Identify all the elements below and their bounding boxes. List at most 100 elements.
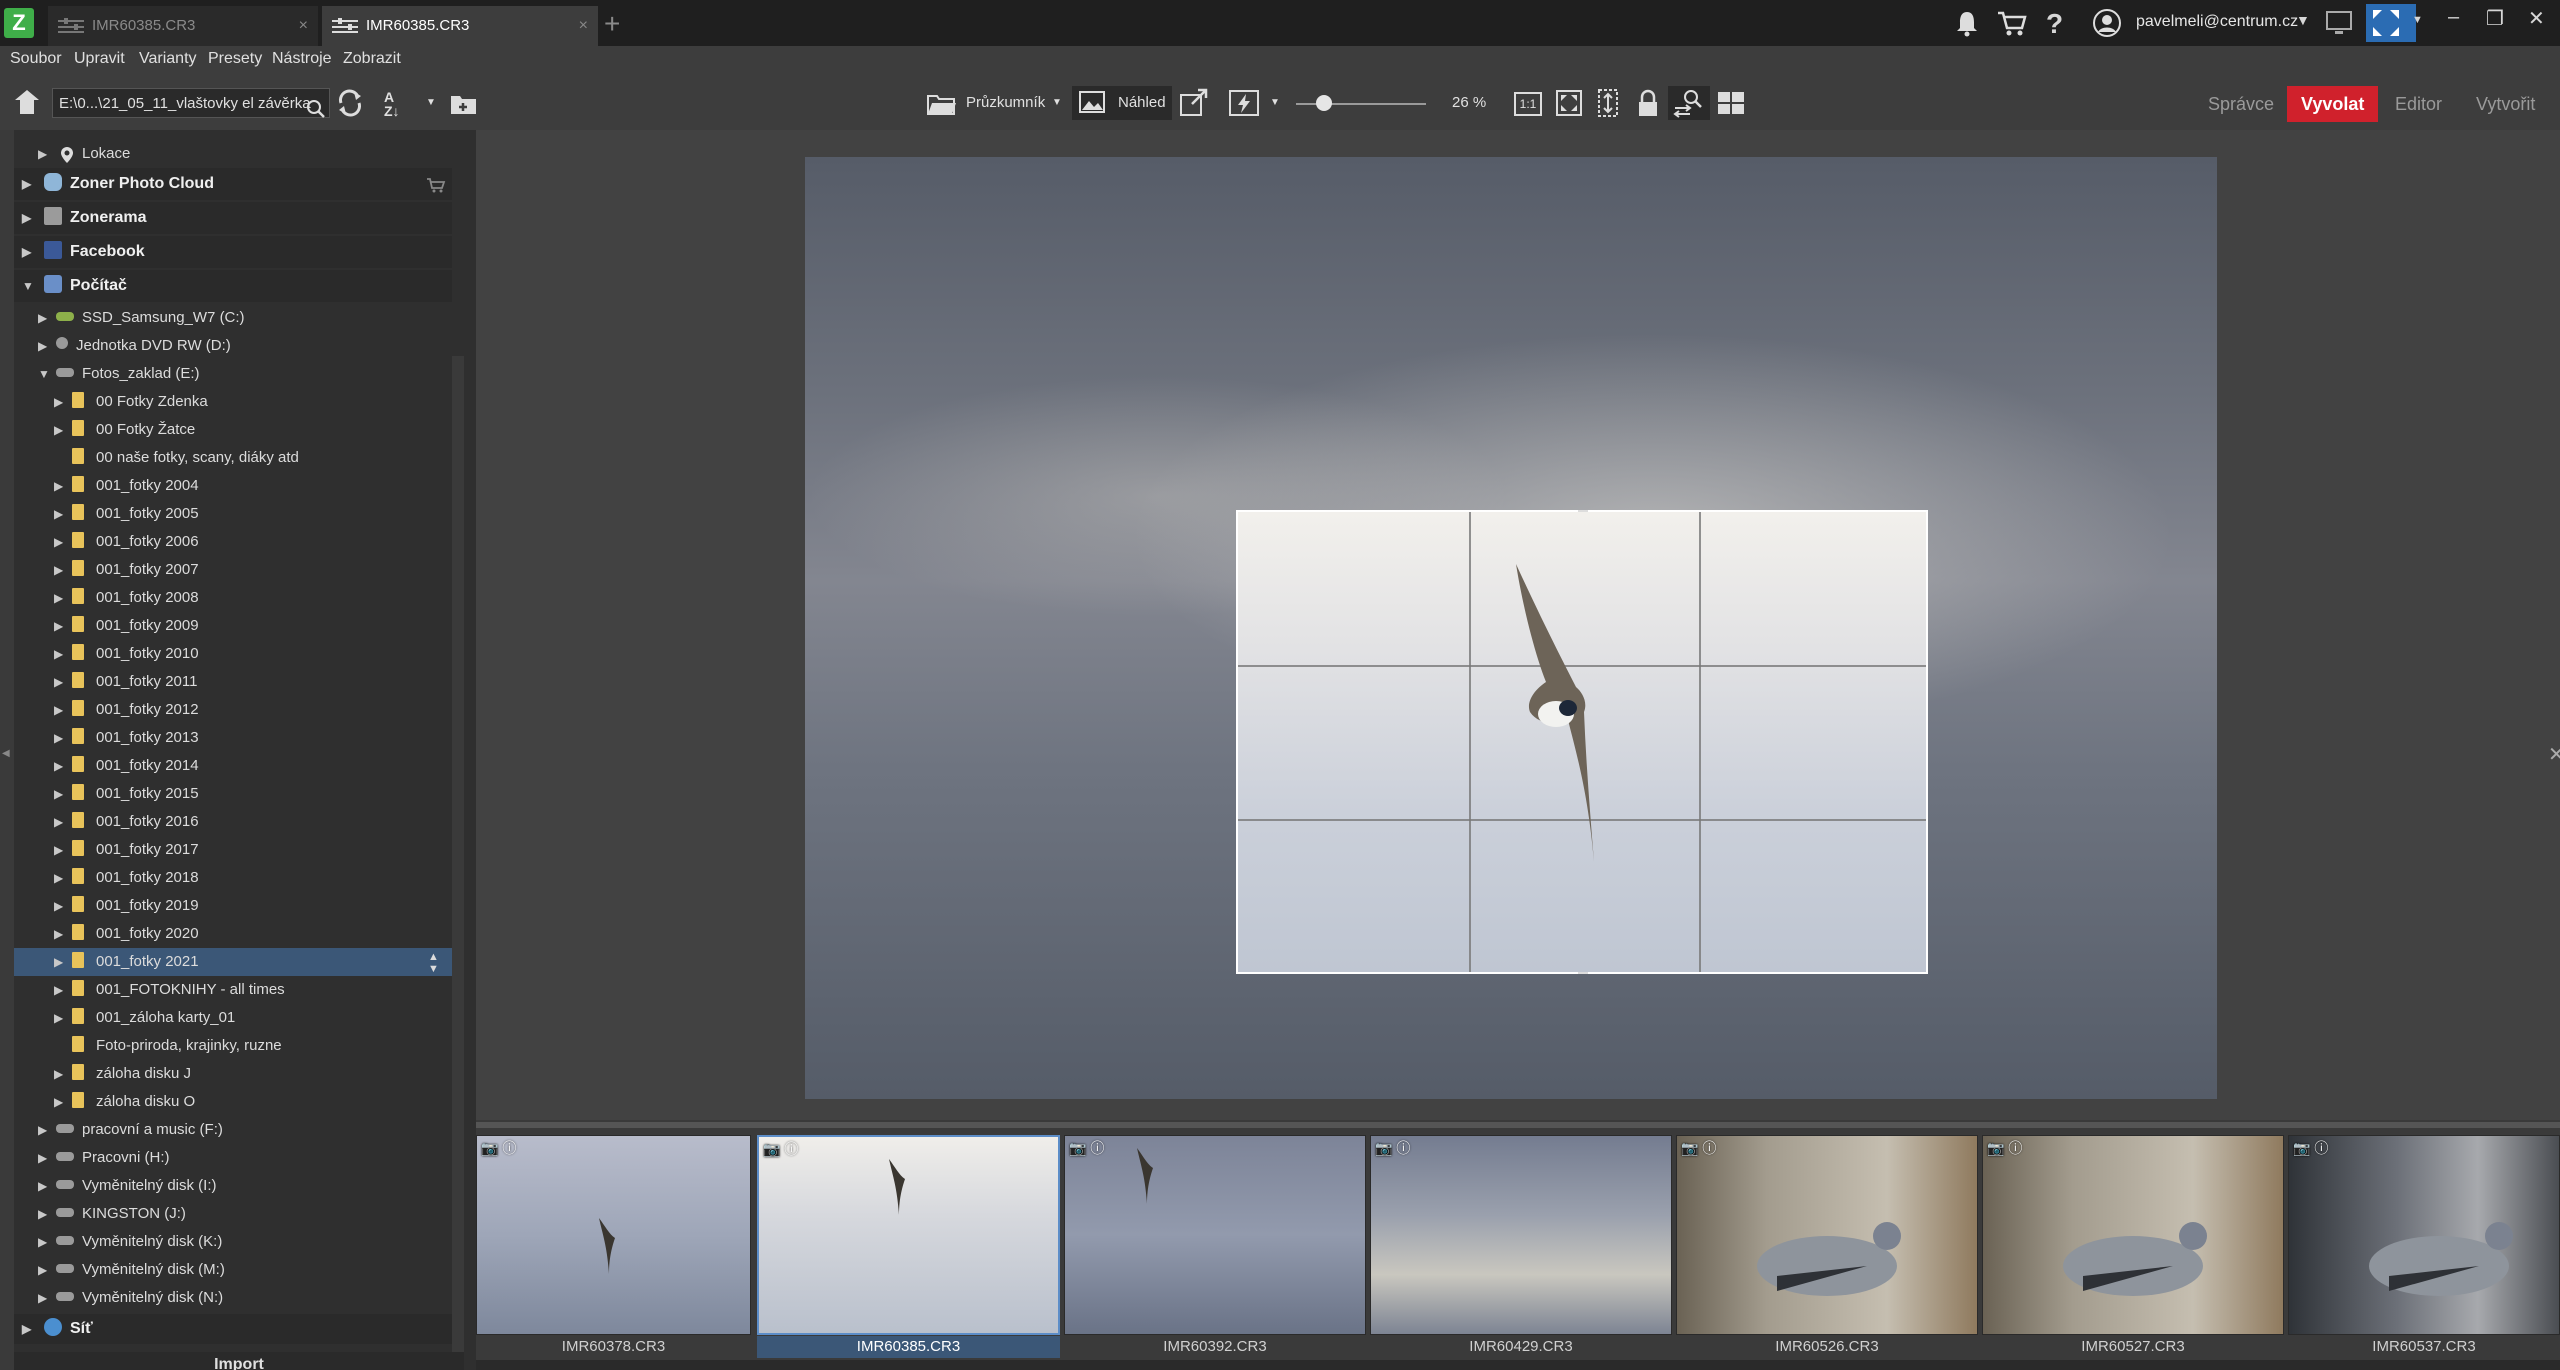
fullscreen-button[interactable] — [2366, 4, 2416, 42]
expand-arrow-icon[interactable]: ▶ — [54, 388, 66, 416]
thumbnail[interactable]: 📷 ⓘ — [476, 1135, 751, 1335]
expand-arrow-icon[interactable]: ▶ — [38, 1284, 50, 1312]
tab-active[interactable]: IMR60385.CR3 × — [322, 6, 598, 46]
zoom-slider-handle[interactable] — [1316, 95, 1332, 111]
thumbnail-filename[interactable]: IMR60378.CR3 — [476, 1336, 751, 1358]
reorder-icon[interactable]: ▲ ▼ — [428, 951, 439, 975]
tree-item-folder[interactable]: ▶ 001_fotky 2011 — [14, 668, 452, 696]
tree-item-folder[interactable]: ▶ 001_fotky 2021 ▲ ▼ — [14, 948, 452, 976]
help-icon[interactable]: ? — [2046, 8, 2063, 39]
tree-item-folder[interactable]: ▶ 001_FOTOKNIHY - all times — [14, 976, 452, 1004]
compare-button[interactable] — [1668, 86, 1710, 120]
tree-item-folder[interactable]: ▶ 001_fotky 2016 — [14, 808, 452, 836]
mode-tab-vyvolat[interactable]: Vyvolat — [2287, 86, 2379, 122]
tree-item-folder[interactable]: ▶ 001_fotky 2005 — [14, 500, 452, 528]
expand-arrow-icon[interactable]: ▶ — [54, 528, 66, 556]
thumbnail-filename[interactable]: IMR60527.CR3 — [1982, 1336, 2284, 1358]
mode-tab-vytvorit[interactable]: Vytvořit — [2462, 86, 2549, 122]
path-input[interactable]: E:\0...\21_05_11_vlaštovky el závěrka — [52, 88, 330, 118]
tree-item-drive[interactable]: ▶ Pracovni (H:) — [14, 1144, 452, 1172]
tree-item-folder[interactable]: ▶ 001_fotky 2009 — [14, 612, 452, 640]
tree-item-folder[interactable]: ▶ 001_záloha karty_01 — [14, 1004, 452, 1032]
lock-icon[interactable] — [1636, 86, 1660, 120]
collapse-right-icon[interactable]: ✕ — [2548, 742, 2560, 767]
expand-arrow-icon[interactable]: ▶ — [54, 1060, 66, 1088]
menu-varianty[interactable]: Varianty — [139, 50, 197, 68]
tree-item-drive[interactable]: ▶ Vyměnitelný disk (N:) — [14, 1284, 452, 1312]
tree-item-folder[interactable]: ▶ záloha disku J — [14, 1060, 452, 1088]
thumbnail[interactable]: 📷 ⓘ — [1982, 1135, 2284, 1335]
explorer-folder-icon[interactable] — [926, 86, 958, 120]
expand-arrow-icon[interactable]: ▶ — [54, 416, 66, 444]
expand-arrow-icon[interactable]: ▶ — [54, 920, 66, 948]
expand-arrow-icon[interactable]: ▶ — [38, 1256, 50, 1284]
expand-arrow-icon[interactable]: ▶ — [54, 752, 66, 780]
tree-item-folder[interactable]: ▶ 00 Fotky Zdenka — [14, 388, 452, 416]
tree-item-drive[interactable]: ▶ Jednotka DVD RW (D:) — [14, 332, 452, 360]
info-icon[interactable]: ⓘ — [784, 1141, 798, 1157]
refresh-icon[interactable] — [334, 86, 366, 120]
info-icon[interactable]: ⓘ — [1396, 1140, 1410, 1156]
mode-tab-editor[interactable]: Editor — [2381, 86, 2456, 122]
up-folder-icon[interactable] — [12, 86, 42, 120]
menu-zobrazit[interactable]: Zobrazit — [343, 50, 401, 68]
restore-button[interactable]: ❐ — [2486, 6, 2504, 31]
chevron-down-icon[interactable]: ▼ — [2412, 14, 2423, 44]
chevron-down-icon[interactable]: ▼ — [2296, 12, 2310, 42]
info-icon[interactable]: ⓘ — [1702, 1140, 1716, 1156]
menu-upravit[interactable]: Upravit — [74, 50, 125, 68]
expand-arrow-icon[interactable]: ▶ — [22, 1315, 34, 1343]
bell-icon[interactable] — [1952, 8, 1982, 38]
filmstrip-divider[interactable] — [476, 1122, 2560, 1128]
expand-arrow-icon[interactable]: ▶ — [38, 140, 50, 168]
tree-item-lokace[interactable]: ▶ Lokace — [14, 140, 452, 168]
expand-arrow-icon[interactable]: ▶ — [22, 204, 34, 232]
expand-arrow-icon[interactable]: ▶ — [54, 864, 66, 892]
thumbnail-filename[interactable]: IMR60429.CR3 — [1370, 1336, 1672, 1358]
tree-item-folder[interactable]: Foto-priroda, krajinky, ruzne — [14, 1032, 452, 1060]
expand-arrow-icon[interactable]: ▶ — [54, 780, 66, 808]
minimize-button[interactable]: – — [2448, 6, 2459, 29]
expand-arrow-icon[interactable]: ▶ — [54, 472, 66, 500]
info-icon[interactable]: ⓘ — [502, 1140, 516, 1156]
thumbnail[interactable]: 📷 ⓘ — [757, 1135, 1060, 1335]
crop-handle[interactable] — [1578, 972, 1588, 974]
thumbnail-filename[interactable]: IMR60385.CR3 — [757, 1336, 1060, 1358]
app-logo-icon[interactable]: Z — [4, 8, 34, 38]
expand-arrow-icon[interactable]: ▶ — [54, 836, 66, 864]
expand-arrow-icon[interactable]: ▶ — [22, 238, 34, 266]
thumbnail[interactable]: 📷 ⓘ — [1064, 1135, 1366, 1335]
tree-item-drive[interactable]: ▶ Vyměnitelný disk (I:) — [14, 1172, 452, 1200]
tree-item-folder[interactable]: ▶ 001_fotky 2019 — [14, 892, 452, 920]
collapse-arrow-icon[interactable]: ▼ — [38, 360, 50, 388]
import-button[interactable]: Import — [14, 1352, 464, 1370]
expand-arrow-icon[interactable]: ▶ — [54, 612, 66, 640]
panel-scrollbar[interactable] — [452, 356, 464, 1356]
expand-arrow-icon[interactable]: ▶ — [54, 724, 66, 752]
expand-arrow-icon[interactable]: ▶ — [54, 668, 66, 696]
thumbnail-filename[interactable]: IMR60526.CR3 — [1676, 1336, 1978, 1358]
chevron-down-icon[interactable]: ▼ — [1270, 86, 1280, 120]
expand-arrow-icon[interactable]: ▶ — [38, 304, 50, 332]
external-link-icon[interactable] — [1178, 86, 1210, 120]
section-facebook[interactable]: ▶ Facebook — [14, 238, 452, 266]
expand-arrow-icon[interactable]: ▶ — [38, 1144, 50, 1172]
thumbnail[interactable]: 📷 ⓘ — [1370, 1135, 1672, 1335]
menu-soubor[interactable]: Soubor — [10, 50, 62, 68]
tree-item-folder[interactable]: 00 naše fotky, scany, diáky atd — [14, 444, 452, 472]
tree-item-folder[interactable]: ▶ 00 Fotky Žatce — [14, 416, 452, 444]
tree-item-folder[interactable]: ▶ 001_fotky 2007 — [14, 556, 452, 584]
expand-arrow-icon[interactable]: ▶ — [54, 696, 66, 724]
collapse-arrow-icon[interactable]: ▼ — [22, 272, 34, 300]
expand-arrow-icon[interactable]: ▶ — [54, 808, 66, 836]
expand-arrow-icon[interactable]: ▶ — [38, 332, 50, 360]
explorer-label[interactable]: Průzkumník — [966, 86, 1045, 120]
flash-icon[interactable] — [1228, 86, 1260, 120]
expand-arrow-icon[interactable]: ▶ — [54, 640, 66, 668]
tree-item-folder[interactable]: ▶ 001_fotky 2018 — [14, 864, 452, 892]
thumbnail[interactable]: 📷 ⓘ — [1676, 1135, 1978, 1335]
filmstrip-scrollbar[interactable] — [476, 1360, 2560, 1370]
tree-item-drive[interactable]: ▼ Fotos_zaklad (E:) — [14, 360, 452, 388]
crop-frame[interactable] — [1236, 510, 1928, 974]
sort-icon[interactable]: A Z↓ — [384, 90, 400, 124]
